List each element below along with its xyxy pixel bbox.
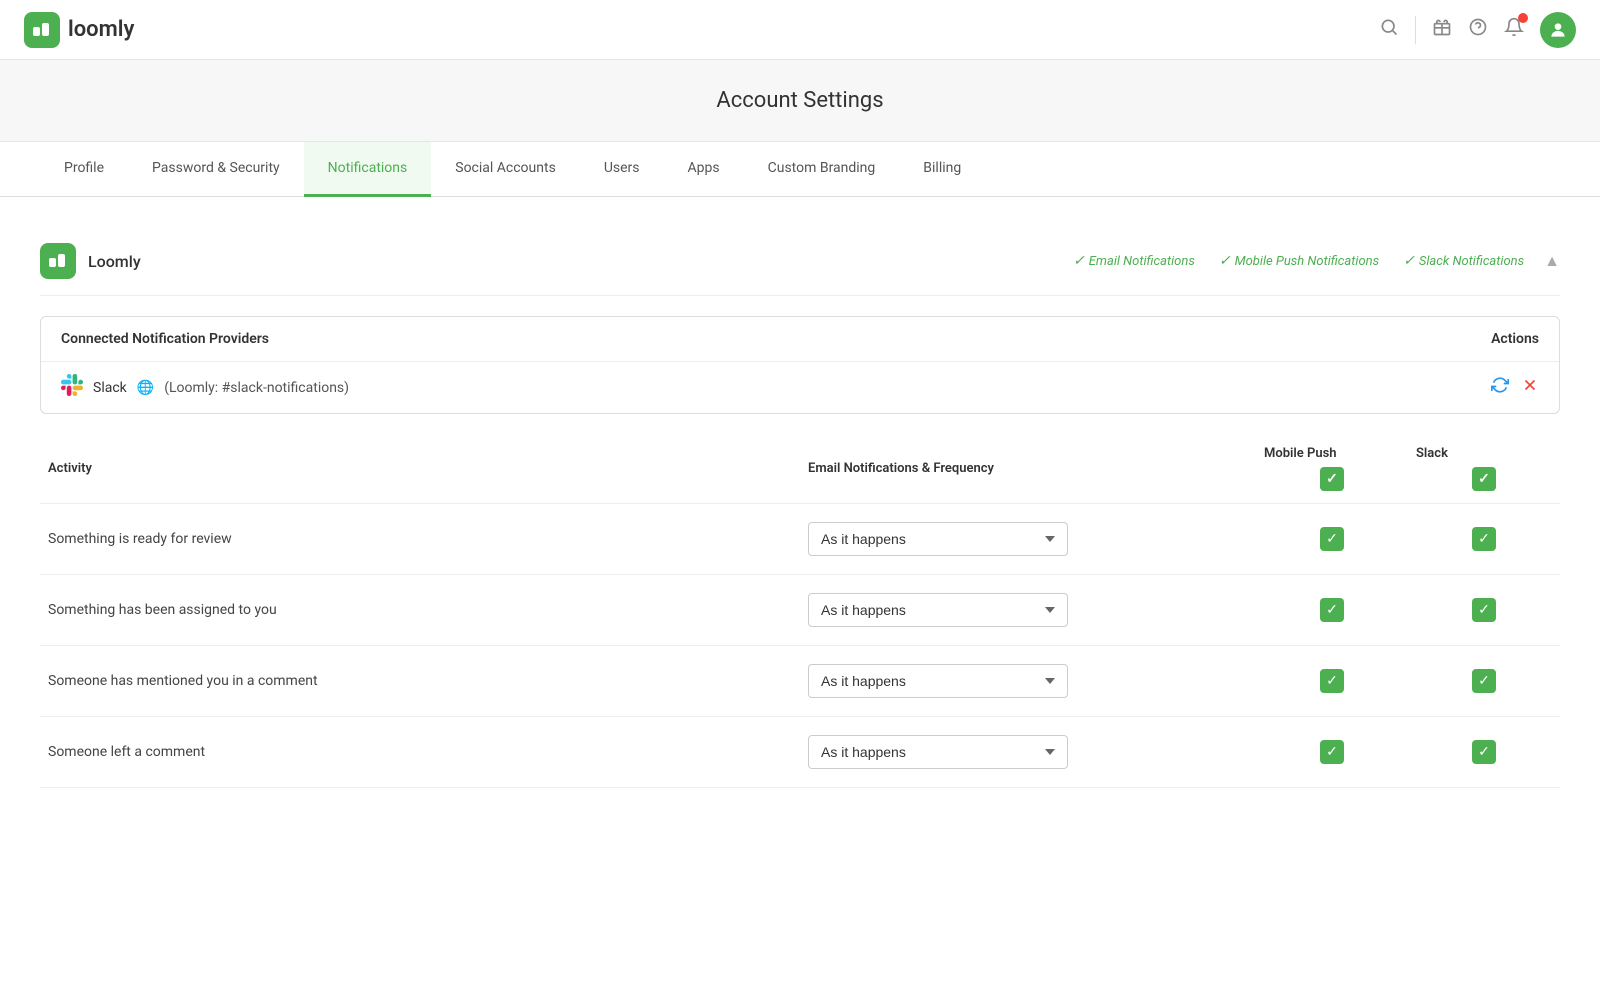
main-content: Loomly ✓ Email Notifications ✓ Mobile Pu… [0,197,1600,818]
slack-checkbox[interactable]: ✓ [1472,669,1496,693]
tab-social-accounts[interactable]: Social Accounts [431,142,580,197]
push-checkbox[interactable]: ✓ [1320,527,1344,551]
push-checkbox-cell: ✓ [1256,717,1408,788]
avatar[interactable] [1540,12,1576,48]
activity-cell: Something has been assigned to you [40,575,800,646]
email-select-cell: As it happensDaily digestWeekly digestNe… [800,717,1256,788]
email-select-cell: As it happensDaily digestWeekly digestNe… [800,575,1256,646]
activity-cell: Something is ready for review [40,504,800,575]
logo[interactable]: loomly [24,12,134,48]
push-checkbox[interactable]: ✓ [1320,740,1344,764]
provider-row: Slack 🌐 (Loomly: #slack-notifications) [41,362,1559,413]
loomly-section-header: Loomly ✓ Email Notifications ✓ Mobile Pu… [40,227,1560,296]
actions-label: Actions [1491,331,1539,347]
slack-check-icon: ✓ [1403,253,1415,269]
push-checkbox-cell: ✓ [1256,504,1408,575]
slack-checkbox-cell: ✓ [1408,575,1560,646]
slack-checkbox-cell: ✓ [1408,646,1560,717]
slack-checkbox[interactable]: ✓ [1472,598,1496,622]
logo-icon [24,12,60,48]
table-row: Someone left a commentAs it happensDaily… [40,717,1560,788]
push-all-checkbox[interactable]: ✓ [1320,467,1344,491]
email-select-cell: As it happensDaily digestWeekly digestNe… [800,504,1256,575]
slack-checkbox-cell: ✓ [1408,504,1560,575]
slack-badge-label: Slack Notifications [1419,254,1524,269]
slack-badge: ✓ Slack Notifications [1403,253,1524,269]
slack-checkbox-cell: ✓ [1408,717,1560,788]
tab-custom-branding[interactable]: Custom Branding [744,142,900,197]
app-header: loomly [0,0,1600,60]
help-icon[interactable] [1468,17,1488,42]
tab-notifications[interactable]: Notifications [304,142,432,197]
col-header-slack: Slack ✓ [1408,434,1560,504]
tab-billing[interactable]: Billing [899,142,985,197]
email-frequency-select[interactable]: As it happensDaily digestWeekly digestNe… [808,735,1068,769]
logo-text: loomly [68,17,134,42]
push-checkbox[interactable]: ✓ [1320,598,1344,622]
activity-cell: Someone left a comment [40,717,800,788]
provider-info: Slack 🌐 (Loomly: #slack-notifications) [61,374,349,401]
tab-apps[interactable]: Apps [664,142,744,197]
provider-detail: (Loomly: #slack-notifications) [164,380,349,396]
header-divider [1415,16,1416,44]
slack-all-checkbox[interactable]: ✓ [1472,467,1496,491]
collapse-button[interactable]: ▲ [1544,251,1560,271]
col-header-activity: Activity [40,434,800,504]
push-checkbox[interactable]: ✓ [1320,669,1344,693]
providers-header: Connected Notification Providers Actions [41,317,1559,362]
push-badge-label: Mobile Push Notifications [1235,254,1380,269]
refresh-icon[interactable] [1491,376,1509,399]
col-header-email: Email Notifications & Frequency [800,434,1256,504]
slack-checkbox[interactable]: ✓ [1472,740,1496,764]
tab-users[interactable]: Users [580,142,664,197]
email-frequency-select[interactable]: As it happensDaily digestWeekly digestNe… [808,593,1068,627]
tab-password-security[interactable]: Password & Security [128,142,304,197]
email-frequency-select[interactable]: As it happensDaily digestWeekly digestNe… [808,522,1068,556]
table-row: Something is ready for reviewAs it happe… [40,504,1560,575]
table-row: Someone has mentioned you in a commentAs… [40,646,1560,717]
providers-box: Connected Notification Providers Actions [40,316,1560,414]
page-title-bar: Account Settings [0,60,1600,142]
tab-nav: Profile Password & Security Notification… [0,142,1600,197]
notification-badge [1518,13,1528,23]
slack-checkbox[interactable]: ✓ [1472,527,1496,551]
activity-cell: Someone has mentioned you in a comment [40,646,800,717]
notifications-table: Activity Email Notifications & Frequency… [40,434,1560,788]
header-actions [1379,12,1576,48]
table-row: Something has been assigned to youAs it … [40,575,1560,646]
email-badge: ✓ Email Notifications [1073,253,1195,269]
section-badges: ✓ Email Notifications ✓ Mobile Push Noti… [1073,253,1524,269]
notification-bell-icon[interactable] [1504,17,1524,42]
col-header-push: Mobile Push ✓ [1256,434,1408,504]
slack-icon [61,374,83,401]
tab-profile[interactable]: Profile [40,142,128,197]
provider-name: Slack [93,380,127,396]
push-checkbox-cell: ✓ [1256,575,1408,646]
delete-icon[interactable] [1521,376,1539,399]
providers-title: Connected Notification Providers [61,331,269,347]
email-check-icon: ✓ [1073,253,1085,269]
search-icon[interactable] [1379,17,1399,42]
gift-icon[interactable] [1432,17,1452,42]
provider-globe-icon: 🌐 [137,380,154,396]
loomly-section-logo [40,243,76,279]
push-check-icon: ✓ [1219,253,1231,269]
email-frequency-select[interactable]: As it happensDaily digestWeekly digestNe… [808,664,1068,698]
push-checkbox-cell: ✓ [1256,646,1408,717]
section-title: Loomly [88,252,1073,271]
provider-actions [1491,376,1539,399]
email-badge-label: Email Notifications [1089,254,1195,269]
page-title: Account Settings [28,88,1572,113]
push-badge: ✓ Mobile Push Notifications [1219,253,1379,269]
email-select-cell: As it happensDaily digestWeekly digestNe… [800,646,1256,717]
